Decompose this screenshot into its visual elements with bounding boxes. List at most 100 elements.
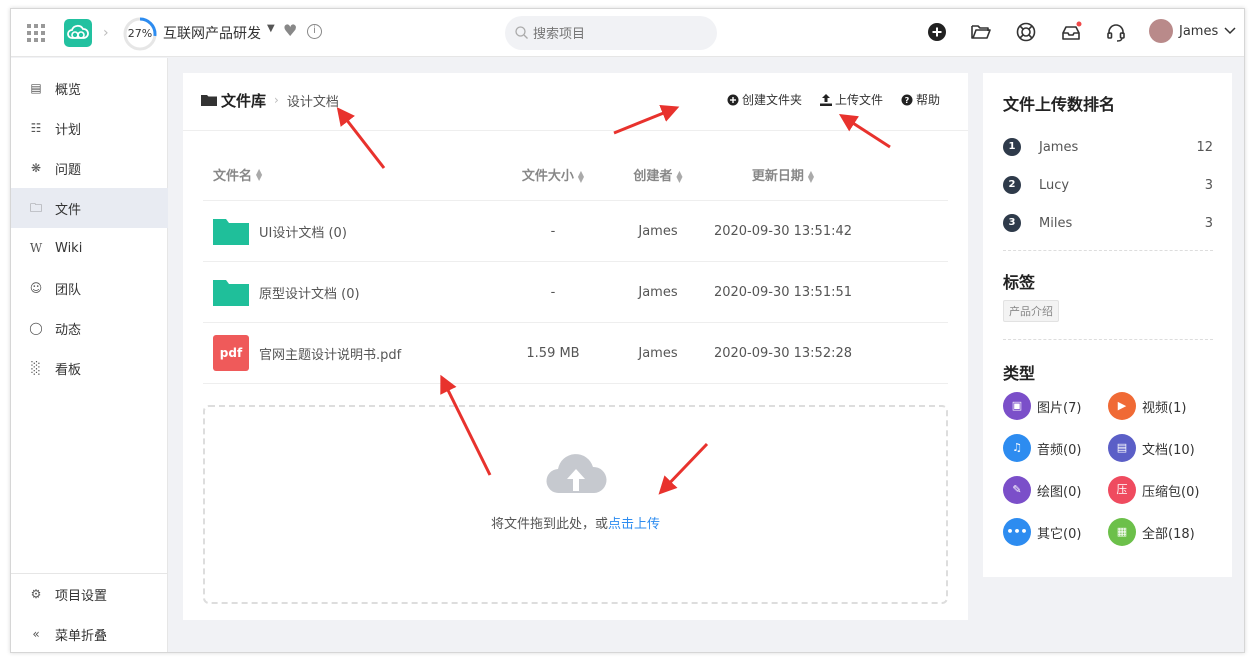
chevron-down-icon — [1224, 27, 1236, 35]
upload-file-button[interactable]: 上传文件 — [819, 91, 883, 108]
app-grid-icon[interactable] — [27, 24, 45, 42]
sidebar-item-team[interactable]: ☺ 团队 — [11, 268, 168, 308]
bug-icon: ❋ — [30, 161, 42, 175]
sidebar-item-label: 问题 — [55, 162, 82, 178]
project-name[interactable]: 互联网产品研发 — [163, 23, 261, 43]
project-settings-button[interactable]: ⚙ 项目设置 — [11, 574, 168, 614]
type-filter-archive[interactable]: 压 压缩包(0) — [1108, 476, 1199, 504]
click-upload-link[interactable]: 点击上传 — [608, 517, 660, 532]
all-icon: ▦ — [1108, 518, 1136, 546]
double-chevron-left-icon: « — [32, 627, 40, 641]
file-size: - — [550, 284, 556, 300]
column-header-date[interactable]: 更新日期 ▲ ▼ — [698, 165, 868, 184]
folder-icon: 🗀 — [29, 201, 42, 215]
type-filter-other[interactable]: ••• 其它(0) — [1003, 518, 1081, 546]
sidebar-item-label: 看板 — [55, 362, 82, 378]
search-icon — [515, 26, 528, 39]
sidebar-item-plan[interactable]: ☷ 计划 — [11, 108, 168, 148]
type-label: 视频(1) — [1142, 400, 1187, 416]
app-logo[interactable] — [64, 19, 92, 47]
lifebuoy-icon[interactable] — [1015, 21, 1037, 43]
column-header-creator[interactable]: 创建者 ▲ ▼ — [618, 165, 698, 184]
wiki-icon: W — [29, 241, 43, 255]
type-filter-video[interactable]: ▶ 视频(1) — [1108, 392, 1186, 420]
sidebar-item-board[interactable]: ░ 看板 — [11, 348, 168, 388]
image-icon: ▣ — [1003, 392, 1031, 420]
top-bar: › 27% 互联网产品研发 ▼ ♥ i 搜索项目 James — [11, 9, 1244, 57]
team-icon: ☺ — [29, 281, 43, 295]
heart-icon[interactable]: ♥ — [283, 21, 297, 40]
type-label: 文档(10) — [1142, 442, 1195, 458]
add-circle-icon[interactable] — [926, 21, 948, 43]
type-filter-all[interactable]: ▦ 全部(18) — [1108, 518, 1195, 546]
plan-icon: ☷ — [30, 121, 42, 135]
sidebar-item-label: 团队 — [55, 282, 82, 298]
help-button[interactable]: ? 帮助 — [901, 91, 940, 108]
search-input[interactable] — [533, 16, 703, 50]
rank-name: Miles — [1039, 215, 1073, 231]
sidebar-item-label: 计划 — [55, 122, 82, 138]
type-filter-audio[interactable]: ♫ 音频(0) — [1003, 434, 1081, 462]
sidebar-item-files[interactable]: 🗀 文件 — [11, 188, 168, 228]
table-row[interactable]: 原型设计文档 (0) - James 2020-09-30 13:51:51 — [203, 262, 948, 323]
folder-open-icon[interactable] — [970, 21, 992, 43]
sidebar-item-overview[interactable]: ▤ 概览 — [11, 68, 168, 108]
file-name[interactable]: 官网主题设计说明书.pdf — [259, 344, 401, 363]
file-library-card: 文件库 › 设计文档 创建文件夹 上传文件 ? 帮助 文件名 ▲ ▼ 文件大小 … — [183, 73, 968, 620]
file-name[interactable]: UI设计文档 (0) — [259, 222, 347, 241]
sidebar-item-issues[interactable]: ❋ 问题 — [11, 148, 168, 188]
pdf-file-icon: pdf — [213, 335, 249, 371]
breadcrumb-root[interactable]: 文件库 — [221, 90, 266, 111]
type-label: 绘图(0) — [1037, 484, 1082, 500]
gear-icon: ⚙ — [30, 587, 42, 601]
column-header-name[interactable]: 文件名 ▲ ▼ — [203, 165, 488, 184]
sidebar-item-label: 概览 — [55, 82, 82, 98]
app-window: › 27% 互联网产品研发 ▼ ♥ i 搜索项目 James ▤ 概览 ☷ 计划… — [10, 8, 1245, 653]
table-row[interactable]: UI设计文档 (0) - James 2020-09-30 13:51:42 — [203, 201, 948, 262]
upload-dropzone[interactable]: 将文件拖到此处，或点击上传 — [203, 405, 948, 604]
file-size: 1.59 MB — [526, 345, 580, 361]
table-row[interactable]: pdf 官网主题设计说明书.pdf 1.59 MB James 2020-09-… — [203, 323, 948, 384]
collapse-menu-button[interactable]: « 菜单折叠 — [11, 614, 168, 652]
sort-icon: ▲ ▼ — [577, 168, 585, 184]
sidebar-item-activity[interactable]: ◯ 动态 — [11, 308, 168, 348]
collapse-menu-label: 菜单折叠 — [55, 628, 108, 644]
avatar — [1149, 19, 1173, 43]
file-actions: 创建文件夹 上传文件 ? 帮助 — [727, 91, 940, 108]
rank-count: 12 — [1196, 139, 1213, 155]
create-folder-button[interactable]: 创建文件夹 — [727, 91, 802, 108]
breadcrumb-current: 设计文档 — [286, 94, 339, 110]
tag-chip[interactable]: 产品介绍 — [1003, 300, 1059, 322]
sidebar-item-label: 动态 — [55, 322, 82, 338]
type-filter-document[interactable]: ▤ 文档(10) — [1108, 434, 1195, 462]
info-icon[interactable]: i — [307, 24, 322, 39]
type-label: 压缩包(0) — [1142, 484, 1200, 500]
user-menu[interactable]: James — [1149, 19, 1236, 43]
ranking-item: 2 Lucy 3 — [1003, 174, 1213, 196]
help-icon: ? — [901, 94, 913, 105]
file-date: 2020-09-30 13:51:42 — [713, 223, 853, 239]
file-size: - — [550, 223, 556, 239]
file-name[interactable]: 原型设计文档 (0) — [259, 283, 360, 302]
dropzone-hint: 将文件拖到此处，或 — [490, 517, 608, 532]
headset-icon[interactable] — [1105, 21, 1127, 43]
activity-icon: ◯ — [29, 321, 43, 335]
sidebar: ▤ 概览 ☷ 计划 ❋ 问题 🗀 文件 W Wiki ☺ 团队 ◯ 动态 ░ 看… — [11, 58, 168, 652]
sidebar-footer: ⚙ 项目设置 « 菜单折叠 — [11, 573, 168, 644]
svg-text:?: ? — [905, 96, 910, 105]
caret-down-icon[interactable]: ▼ — [267, 23, 275, 34]
ranking-item: 1 James 12 — [1003, 136, 1213, 158]
type-filter-drawing[interactable]: ✎ 绘图(0) — [1003, 476, 1081, 504]
inbox-notification-icon[interactable] — [1060, 21, 1082, 43]
type-filter-image[interactable]: ▣ 图片(7) — [1003, 392, 1081, 420]
chevron-right-icon: › — [274, 93, 279, 107]
ranking-title: 文件上传数排名 — [1003, 95, 1116, 114]
project-settings-label: 项目设置 — [55, 588, 108, 604]
folder-icon — [213, 219, 249, 245]
sidebar-item-wiki[interactable]: W Wiki — [11, 228, 168, 268]
rank-count: 3 — [1204, 215, 1213, 231]
rank-name: Lucy — [1039, 177, 1070, 193]
file-date: 2020-09-30 13:52:28 — [713, 345, 853, 361]
upload-icon — [819, 93, 832, 106]
column-header-size[interactable]: 文件大小 ▲ ▼ — [488, 165, 618, 184]
